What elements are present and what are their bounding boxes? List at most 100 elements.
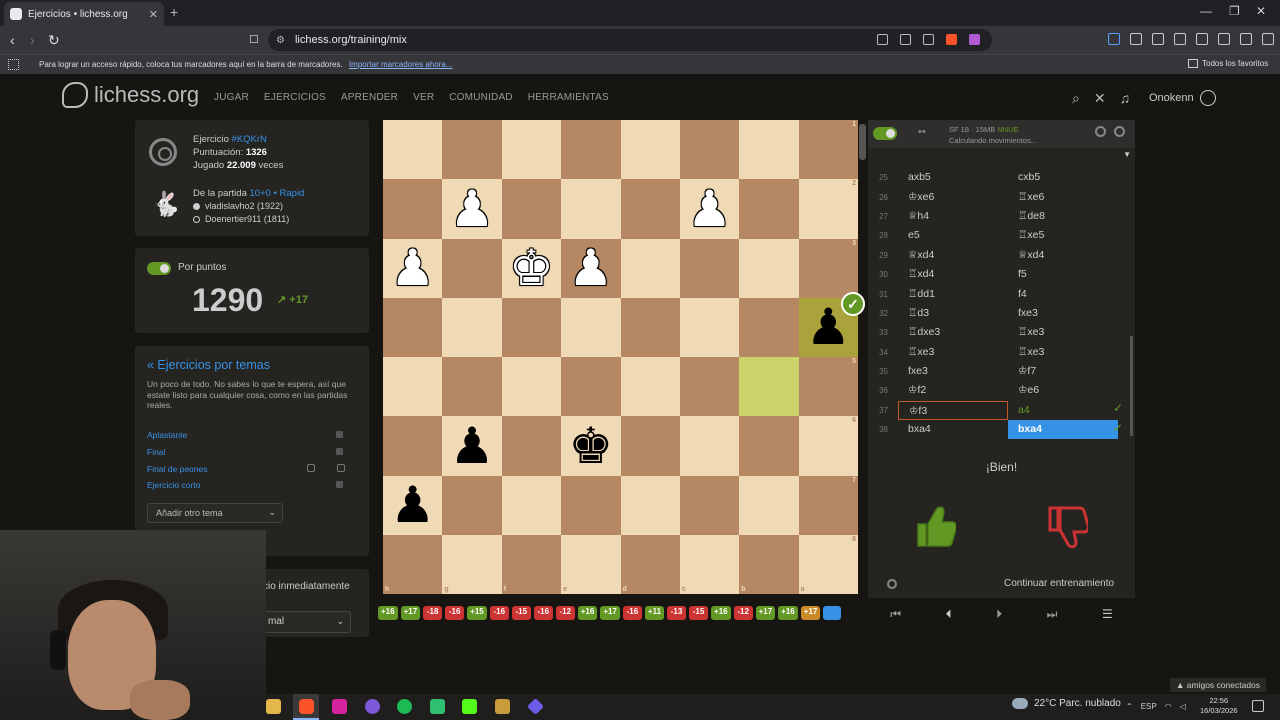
board-square[interactable]: [739, 416, 799, 476]
black-move[interactable]: bxa4: [1008, 420, 1118, 440]
hamburger-menu-icon[interactable]: ☰: [1102, 607, 1113, 621]
board-square[interactable]: 7: [798, 475, 858, 535]
wallet-card-icon[interactable]: [1196, 33, 1208, 45]
history-badge[interactable]: -15: [511, 606, 531, 620]
white-pawn[interactable]: ♟: [442, 179, 501, 238]
board-square[interactable]: 2: [798, 179, 858, 239]
history-badge[interactable]: +17: [755, 606, 776, 620]
volume-icon[interactable]: ◁: [1180, 702, 1186, 711]
board-square[interactable]: [561, 297, 621, 357]
gear-icon[interactable]: [887, 579, 897, 589]
app-icon[interactable]: [430, 699, 445, 714]
white-move[interactable]: ♔f2: [898, 381, 1008, 400]
white-king[interactable]: ♚: [502, 239, 561, 298]
vpn-icon[interactable]: [1240, 33, 1252, 45]
game-type-link[interactable]: 10+0 • Rapid: [250, 188, 305, 199]
board-square[interactable]: [620, 120, 680, 180]
thumbs-down-icon[interactable]: [1046, 504, 1088, 550]
black-pawn[interactable]: ♟: [383, 476, 442, 535]
add-theme-select[interactable]: Añadir otro tema ⌄: [147, 503, 283, 523]
board-square[interactable]: [442, 238, 502, 298]
board-square[interactable]: g: [442, 534, 502, 594]
board-square[interactable]: c: [679, 534, 740, 594]
puzzle-id-link[interactable]: #KQKrN: [232, 134, 267, 145]
notifications-icon[interactable]: ♫: [1120, 90, 1131, 107]
board-square[interactable]: [679, 475, 740, 535]
board-square[interactable]: ♟: [679, 179, 740, 239]
board-square[interactable]: d: [620, 534, 680, 594]
new-tab-icon[interactable]: +: [170, 4, 178, 20]
board-square[interactable]: [620, 357, 680, 417]
screenshot-icon[interactable]: [1152, 33, 1164, 45]
history-badge[interactable]: +11: [644, 606, 665, 620]
nav-puzzles[interactable]: EJERCICIOS: [264, 92, 326, 103]
board-square[interactable]: [739, 120, 799, 180]
reload-icon[interactable]: ↻: [48, 32, 60, 49]
board-square[interactable]: ♟: [442, 179, 502, 239]
board-square[interactable]: [739, 357, 799, 417]
close-tab-icon[interactable]: ✕: [149, 8, 158, 21]
wifi-icon[interactable]: ◠: [1165, 702, 1172, 711]
board-square[interactable]: 5: [798, 357, 858, 417]
black-pawn[interactable]: ♟: [442, 416, 501, 475]
black-move[interactable]: ♔e6: [1008, 381, 1118, 400]
board-square[interactable]: [679, 297, 740, 357]
board-square[interactable]: ♚: [501, 238, 562, 298]
board-square[interactable]: [383, 357, 443, 417]
thumbs-down-icon[interactable]: [337, 464, 345, 472]
theme-item[interactable]: Final: [147, 447, 357, 457]
black-move[interactable]: cxb5: [1008, 168, 1118, 187]
themes-link[interactable]: « Ejercicios por temas: [147, 358, 270, 372]
cloud-eval-icon[interactable]: [1095, 126, 1106, 137]
import-bookmarks-link[interactable]: Importar marcadores ahora...: [349, 60, 453, 69]
board-square[interactable]: [739, 179, 799, 239]
search-icon[interactable]: ⌕: [1072, 90, 1080, 107]
board-square[interactable]: [561, 475, 621, 535]
history-badge[interactable]: -16: [533, 606, 553, 620]
nav-watch[interactable]: VER: [413, 92, 434, 103]
history-badge[interactable]: -12: [555, 606, 575, 620]
board-square[interactable]: [501, 475, 562, 535]
black-move[interactable]: ♖de8: [1008, 207, 1118, 226]
board-square[interactable]: [620, 297, 680, 357]
history-badge[interactable]: +16: [711, 606, 731, 620]
white-move[interactable]: ♔xe6: [898, 188, 1008, 207]
board-square[interactable]: [442, 297, 502, 357]
board-square[interactable]: [383, 179, 443, 239]
first-move-icon[interactable]: ⏮: [890, 607, 901, 622]
leo-ai-icon[interactable]: [1218, 33, 1230, 45]
board-resize-handle[interactable]: [859, 124, 866, 160]
thumbs-up-icon[interactable]: [307, 464, 315, 472]
previous-move-icon[interactable]: ⏴: [946, 607, 952, 622]
move-list-scrollbar[interactable]: [1130, 336, 1133, 436]
theme-item[interactable]: Ejercicio corto: [147, 480, 357, 490]
history-badge[interactable]: -12: [733, 606, 753, 620]
thumbs-up-icon[interactable]: [914, 504, 956, 550]
theme-item[interactable]: Final de peones: [147, 464, 357, 474]
history-badge[interactable]: -18: [423, 606, 443, 620]
history-badge[interactable]: -16: [622, 606, 642, 620]
nav-play[interactable]: JUGAR: [214, 92, 249, 103]
board-square[interactable]: [620, 179, 680, 239]
instagram-icon[interactable]: [332, 699, 347, 714]
chess-board[interactable]: 1♟♟2♟♚♟34♟5♟♚6♟7hgfedcb8a: [383, 120, 858, 594]
board-square[interactable]: [620, 238, 680, 298]
white-pawn[interactable]: ♟: [383, 239, 442, 298]
white-move[interactable]: axb5: [898, 168, 1008, 187]
black-move[interactable]: ♖xe6: [1008, 188, 1118, 207]
minimize-icon[interactable]: —: [1200, 4, 1212, 18]
discord-icon[interactable]: [365, 699, 380, 714]
history-badge[interactable]: -16: [489, 606, 509, 620]
board-square[interactable]: [679, 238, 740, 298]
board-square[interactable]: h: [383, 534, 443, 594]
history-badge[interactable]: +17: [400, 606, 421, 620]
board-square[interactable]: 3: [798, 238, 858, 298]
board-square[interactable]: [620, 475, 680, 535]
system-clock[interactable]: 22:56 16/03/2026: [1200, 696, 1238, 716]
brave-taskbar-icon[interactable]: [299, 699, 314, 714]
board-square[interactable]: [561, 179, 621, 239]
difficulty-select[interactable]: mal ⌄: [263, 611, 351, 633]
board-square[interactable]: b: [739, 534, 799, 594]
board-square[interactable]: [561, 357, 621, 417]
board-square[interactable]: f: [501, 534, 562, 594]
